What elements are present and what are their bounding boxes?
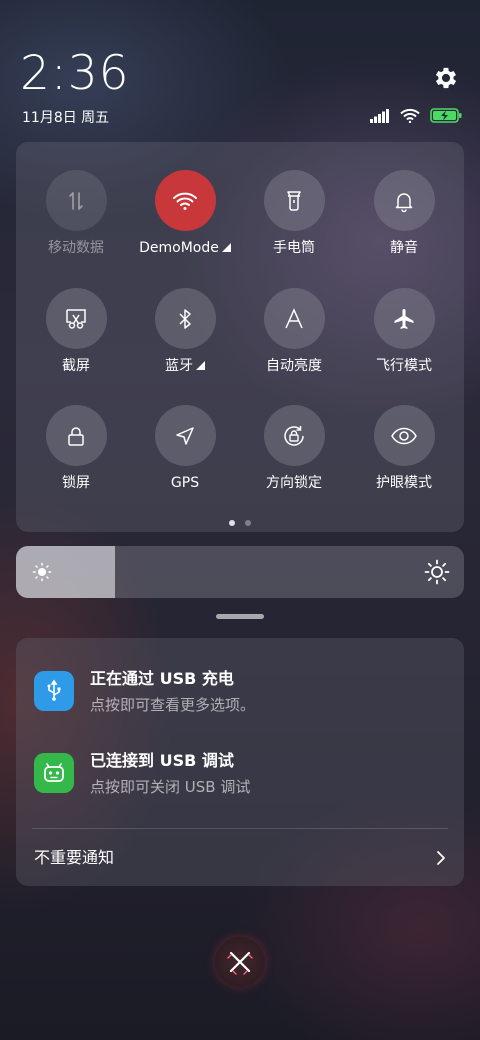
expand-triangle-icon[interactable] xyxy=(196,361,205,370)
tile-lock-screen-button[interactable] xyxy=(45,405,107,466)
status-header: 2:36 11月8日 周五 xyxy=(0,0,480,140)
notification-usb-debugging[interactable]: 已连接到 USB 调试 点按即可关闭 USB 调试 xyxy=(16,750,464,820)
mobile-data-icon xyxy=(69,191,83,210)
tile-auto-brightness-button[interactable] xyxy=(263,288,325,349)
brightness-low-icon xyxy=(32,562,52,582)
notification-usb-charging[interactable]: 正在通过 USB 充电 点按即可查看更多选项。 xyxy=(16,668,464,738)
brightness-high-icon xyxy=(424,559,450,585)
chevron-right-icon[interactable] xyxy=(434,850,448,866)
tile-label: 锁屏 xyxy=(62,475,90,491)
expand-triangle-icon[interactable] xyxy=(221,243,231,252)
notification-subtitle: 点按即可关闭 USB 调试 xyxy=(90,778,251,796)
tile-mobile-data-button[interactable] xyxy=(45,170,107,231)
brightness-fill xyxy=(16,546,115,598)
tile-screenshot[interactable]: 截屏 xyxy=(21,288,131,375)
tile-lock-screen[interactable]: 锁屏 xyxy=(21,405,131,492)
tile-label: 移动数据 xyxy=(48,240,104,256)
notification-panel: 正在通过 USB 充电 点按即可查看更多选项。 已连接到 USB 调试 点按即可… xyxy=(16,638,464,886)
usb-icon xyxy=(34,671,74,711)
tile-airplane[interactable]: 飞行模式 xyxy=(349,288,459,375)
wifi-icon xyxy=(173,192,197,210)
tile-eye-care-button[interactable] xyxy=(373,405,435,466)
brightness-slider[interactable] xyxy=(16,546,464,598)
unimportant-notifications-link[interactable]: 不重要通知 xyxy=(34,846,114,870)
tile-label: 蓝牙 xyxy=(130,357,240,375)
rotation-lock-icon xyxy=(284,425,304,446)
tile-label: 护眼模式 xyxy=(376,475,432,491)
airplane-icon xyxy=(394,308,414,329)
system-status-icons xyxy=(370,108,462,123)
tile-label: 飞行模式 xyxy=(376,358,432,374)
notification-title: 正在通过 USB 充电 xyxy=(90,669,234,688)
tile-mute[interactable]: 静音 xyxy=(349,170,459,257)
tile-label: 手电筒 xyxy=(273,240,315,256)
android-glyph-icon xyxy=(44,763,64,782)
flashlight-icon xyxy=(287,190,301,211)
tile-wifi-button[interactable] xyxy=(154,170,216,231)
quick-settings-panel: 移动数据 DemoMode 手电筒 静音 截屏 蓝牙 自动亮度 飞行模式 锁屏 … xyxy=(16,142,464,532)
notification-title: 已连接到 USB 调试 xyxy=(90,751,234,770)
tile-rotation-lock-button[interactable] xyxy=(263,405,325,466)
page-dot xyxy=(245,520,251,526)
location-icon xyxy=(176,426,194,445)
clock[interactable]: 2:36 xyxy=(20,46,130,102)
tile-label-text: 蓝牙 xyxy=(165,358,193,374)
clear-all-button[interactable] xyxy=(215,937,265,987)
auto-brightness-icon xyxy=(285,307,303,328)
tile-mute-button[interactable] xyxy=(373,170,435,231)
tile-gps-button[interactable] xyxy=(154,405,216,466)
tile-eye-care[interactable]: 护眼模式 xyxy=(349,405,459,492)
tile-label: 自动亮度 xyxy=(266,358,322,374)
tile-airplane-button[interactable] xyxy=(373,288,435,349)
divider xyxy=(32,828,448,829)
drag-handle[interactable] xyxy=(216,614,264,619)
tile-label: 静音 xyxy=(390,240,418,256)
bluetooth-icon xyxy=(179,308,191,329)
tile-auto-brightness[interactable]: 自动亮度 xyxy=(239,288,349,375)
tile-bluetooth-button[interactable] xyxy=(154,288,216,349)
tile-label-text: DemoMode xyxy=(139,240,219,256)
page-indicator xyxy=(16,520,464,526)
settings-gear-icon[interactable] xyxy=(432,64,460,92)
cellular-signal-icon xyxy=(370,108,389,123)
date[interactable]: 11月8日 周五 xyxy=(22,108,109,128)
wifi-status-icon xyxy=(400,108,420,123)
page-dot-active xyxy=(229,520,235,526)
android-icon xyxy=(34,753,74,793)
tile-gps[interactable]: GPS xyxy=(130,405,240,492)
battery-charging-icon xyxy=(430,108,462,123)
screenshot-icon xyxy=(66,308,86,329)
tile-label: GPS xyxy=(170,475,200,491)
notification-subtitle: 点按即可查看更多选项。 xyxy=(90,696,256,714)
tile-label: 方向锁定 xyxy=(266,475,322,491)
tile-bluetooth[interactable]: 蓝牙 xyxy=(130,288,240,375)
tile-label: DemoMode xyxy=(130,239,240,257)
tile-screenshot-button[interactable] xyxy=(45,288,107,349)
usb-glyph-icon xyxy=(47,679,61,701)
lock-icon xyxy=(68,426,84,446)
bell-icon xyxy=(395,192,413,212)
tile-flashlight[interactable]: 手电筒 xyxy=(239,170,349,257)
tile-rotation-lock[interactable]: 方向锁定 xyxy=(239,405,349,492)
tile-wifi[interactable]: DemoMode xyxy=(130,170,240,257)
tile-mobile-data[interactable]: 移动数据 xyxy=(21,170,131,257)
clear-all-icon xyxy=(227,951,253,975)
tile-flashlight-button[interactable] xyxy=(263,170,325,231)
eye-icon xyxy=(391,427,417,444)
tile-label: 截屏 xyxy=(62,358,90,374)
